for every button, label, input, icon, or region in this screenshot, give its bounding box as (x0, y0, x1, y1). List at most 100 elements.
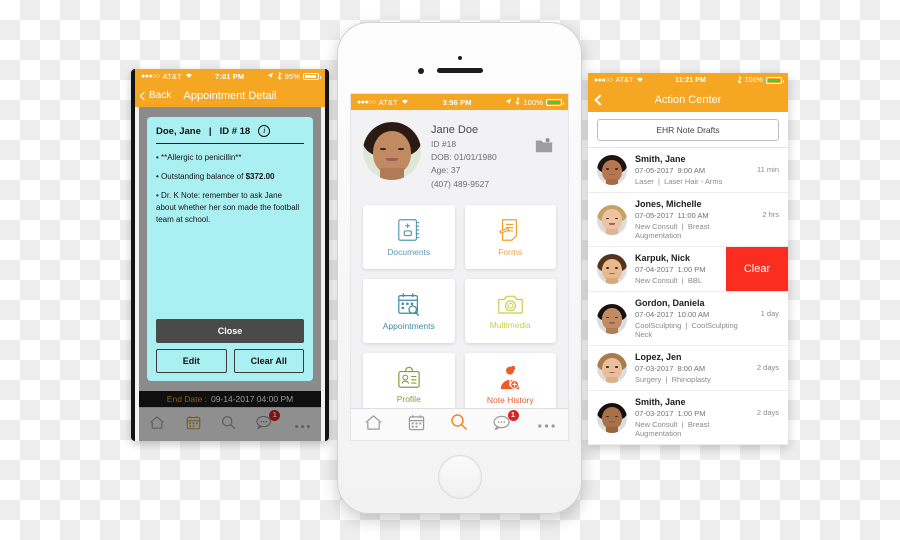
location-arrow-icon (505, 98, 512, 107)
procedure: Laser Hair - Arms (664, 177, 723, 186)
info-icon[interactable]: i (258, 125, 271, 137)
note-item: • Dr. K Note: remember to ask Jane about… (156, 190, 304, 226)
time-ago: 1 day (760, 309, 779, 318)
avatar (597, 155, 627, 185)
edit-button[interactable]: Edit (156, 349, 227, 373)
nav-bar: Action Center (588, 88, 788, 112)
close-button[interactable]: Close (156, 319, 304, 343)
patient-name: Lopez, Jen (635, 352, 682, 362)
appointment-type: CoolSculpting (635, 321, 682, 330)
appointment-type: Laser (635, 177, 654, 186)
chevron-left-icon (139, 91, 149, 100)
wifi-icon (185, 72, 193, 81)
note-text: **Allergic to penicillin** (161, 153, 242, 162)
battery-percent: 95% (284, 72, 300, 81)
page-title: Action Center (654, 94, 722, 106)
separator: | (681, 222, 684, 231)
note-bullet: • (156, 191, 159, 200)
earpiece-speaker (436, 68, 483, 73)
note-text: Outstanding balance of (161, 172, 246, 181)
time-ago: 2 days (756, 363, 779, 372)
patient-id: ID # 18 (219, 125, 251, 137)
tile-label: Documents (387, 246, 431, 257)
forms-icon (499, 218, 518, 241)
note-text: Dr. K Note: remember to ask Jane about w… (156, 191, 300, 224)
carrier-label: AT&T (615, 77, 634, 84)
signal-dots-icon: ●●●○○ (357, 98, 376, 106)
wifi-icon (401, 98, 409, 107)
avatar (597, 204, 627, 235)
battery-icon (303, 73, 321, 80)
list-item[interactable]: Smith, Jane 07-05-2017 9:00 AM Laser | L… (588, 148, 788, 193)
action-list: Smith, Jane 07-05-2017 9:00 AM Laser | L… (588, 147, 788, 445)
appointment-date: 07-05-2017 (635, 210, 674, 220)
calendar-icon[interactable] (408, 414, 425, 436)
battery-icon (766, 77, 784, 84)
appointment-type: New Consult (635, 420, 678, 429)
documents-icon (397, 218, 419, 241)
note-item: • Outstanding balance of $372.00 (156, 171, 304, 183)
modal-divider (156, 143, 304, 144)
appointment-date: 07-04-2017 (635, 264, 674, 274)
home-button[interactable] (437, 455, 482, 499)
chart-folder-icon[interactable] (534, 136, 554, 160)
home-icon[interactable] (364, 414, 383, 436)
time-ago: 2 days (756, 408, 779, 417)
separator: | (657, 177, 660, 186)
list-item[interactable]: Lopez, Jen 07-03-2017 8:00 AM Surgery | … (588, 346, 788, 391)
note-history-icon (501, 365, 520, 389)
patient-name: Smith, Jane (635, 397, 686, 407)
clear-button[interactable]: Clear (726, 247, 788, 291)
nav-bar: Back Appointment Detail (135, 84, 325, 107)
wifi-icon (636, 76, 644, 85)
ehr-note-drafts-button[interactable]: EHR Note Drafts (597, 119, 779, 141)
separator: | (685, 321, 688, 330)
appointment-detail-modal: Doe, Jane | ID # 18 i • **Allergic to pe… (147, 117, 313, 381)
appointment-time: 10:00 AM (677, 309, 710, 319)
procedure: Rhinoplasty (671, 375, 711, 384)
multimedia-icon (497, 295, 523, 314)
list-item[interactable]: Karpuk, Nick 07-04-2017 1:00 PM New Cons… (588, 247, 788, 292)
appointment-date: 07-05-2017 (635, 165, 674, 175)
back-button[interactable]: Back (139, 90, 172, 101)
appointment-time: 1:00 PM (677, 264, 706, 274)
status-bar: ●●●○○ AT&T 3:56 PM 100% (351, 94, 568, 110)
appointment-time: 9:00 AM (677, 165, 706, 175)
procedure: BBL (687, 276, 703, 285)
avatar (597, 353, 627, 383)
avatar (597, 402, 627, 433)
note-bullet: • (156, 153, 159, 162)
tile-multimedia[interactable]: Multimedia (464, 278, 556, 343)
back-label: Back (149, 90, 172, 101)
phone-center-device: ●●●○○ AT&T 3:56 PM 100% Jane Doe ID #18 … (337, 22, 582, 514)
proximity-sensor-icon (457, 56, 462, 60)
modal-header: Doe, Jane | ID # 18 i (156, 125, 304, 137)
tile-appointments[interactable]: Appointments (363, 278, 455, 343)
tile-label: Appointments (382, 320, 435, 331)
status-time: 11:21 PM (675, 77, 706, 84)
ehr-drafts-section: EHR Note Drafts (588, 112, 788, 147)
separator: | (681, 276, 684, 285)
note-bullet: • (156, 172, 159, 181)
search-icon[interactable] (450, 413, 468, 436)
status-bar: ●●●○○ AT&T 7:01 PM 95% (135, 69, 325, 84)
tile-forms[interactable]: Forms (464, 204, 556, 269)
feature-tiles: Documents Forms Appointments Multimedia … (351, 201, 568, 427)
carrier-label: AT&T (162, 72, 182, 81)
patient-summary: Jane Doe ID #18 DOB: 01/01/1980 Age: 37 … (351, 110, 568, 201)
bluetooth-icon (276, 71, 282, 82)
battery-icon (546, 98, 564, 106)
more-icon[interactable] (537, 416, 556, 434)
battery-percent: 100% (523, 97, 543, 107)
avatar (597, 303, 627, 334)
appointment-time: 8:00 AM (677, 363, 706, 373)
time-ago: 11 min (757, 165, 779, 174)
list-item[interactable]: Gordon, Daniela 07-04-2017 10:00 AM Cool… (588, 292, 788, 346)
clear-all-button[interactable]: Clear All (233, 349, 304, 373)
tile-documents[interactable]: Documents (363, 204, 455, 269)
messages-icon[interactable]: 1 (492, 409, 519, 435)
list-item[interactable]: Jones, Michelle 07-05-2017 11:00 AM New … (588, 193, 788, 247)
signal-dots-icon: ●●●○○ (141, 73, 160, 80)
list-item[interactable]: Smith, Jane 07-03-2017 1:00 PM New Consu… (588, 391, 788, 445)
appointment-time: 1:00 PM (677, 408, 706, 418)
